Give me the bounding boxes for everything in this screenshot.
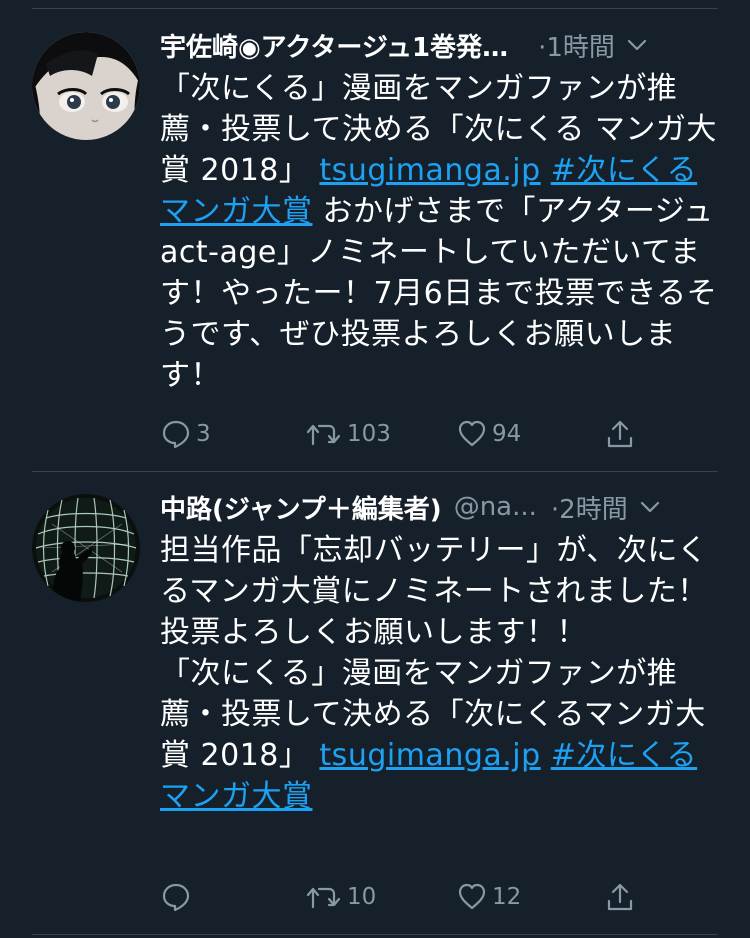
- chevron-down-icon[interactable]: [640, 500, 660, 514]
- display-name[interactable]: 宇佐崎◉アクタージュ1巻発…: [160, 27, 508, 64]
- url-link[interactable]: tsugimanga.jp: [319, 153, 540, 188]
- tweet-header: 中路(ジャンプ＋編集者) @na... ·2時間: [160, 489, 722, 525]
- like-button[interactable]: 94: [456, 414, 521, 454]
- reply-button[interactable]: 3: [160, 414, 211, 454]
- like-button[interactable]: 12: [456, 877, 521, 917]
- tweet-actions: 3 103 94: [160, 414, 640, 454]
- reply-icon: [162, 420, 190, 449]
- retweet-button[interactable]: 10: [305, 877, 376, 917]
- retweet-count: 10: [347, 884, 377, 910]
- share-button[interactable]: [604, 414, 636, 454]
- retweet-icon: [306, 887, 341, 909]
- user-handle[interactable]: @na...: [454, 492, 537, 522]
- retweet-button[interactable]: 103: [305, 414, 391, 454]
- heart-icon: [458, 883, 486, 910]
- timestamp[interactable]: ·2時間: [551, 489, 628, 526]
- reply-icon: [162, 883, 190, 912]
- retweet-icon: [306, 424, 341, 446]
- anime-girl-avatar[interactable]: [32, 32, 140, 140]
- heart-icon: [458, 420, 486, 447]
- like-count: 94: [492, 421, 522, 447]
- tweet[interactable]: 宇佐崎◉アクタージュ1巻発… ·1時間 「次にくる」漫画をマンガファンが推薦・投…: [0, 0, 750, 470]
- share-icon: [607, 420, 633, 448]
- display-name[interactable]: 中路(ジャンプ＋編集者): [160, 489, 442, 526]
- chevron-down-icon[interactable]: [627, 38, 647, 52]
- like-count: 12: [492, 884, 522, 910]
- tweet-text: 担当作品「忘却バッテリー」が、次にくるマンガ大賞にノミネートされました！ 投票よ…: [160, 530, 722, 817]
- light-sphere-avatar[interactable]: [32, 494, 140, 602]
- tweet[interactable]: 中路(ジャンプ＋編集者) @na... ·2時間 担当作品「忘却バッテリー」が、…: [0, 472, 750, 938]
- bottom-divider: [32, 934, 718, 935]
- reply-count: 3: [196, 421, 211, 447]
- tweet-actions: 10 12: [160, 877, 640, 917]
- share-icon: [607, 883, 633, 911]
- tweet-header: 宇佐崎◉アクタージュ1巻発… ·1時間: [160, 27, 722, 63]
- tweet-text-before: 担当作品「忘却バッテリー」が、次にくるマンガ大賞にノミネートされました！ 投票よ…: [160, 533, 708, 773]
- tweet-text: 「次にくる」漫画をマンガファンが推薦・投票して決める「次にくる マンガ大賞 20…: [160, 68, 722, 396]
- reply-button[interactable]: [160, 877, 192, 917]
- share-button[interactable]: [604, 877, 636, 917]
- timestamp[interactable]: ·1時間: [538, 27, 615, 64]
- url-link[interactable]: tsugimanga.jp: [319, 738, 540, 773]
- retweet-count: 103: [347, 421, 391, 447]
